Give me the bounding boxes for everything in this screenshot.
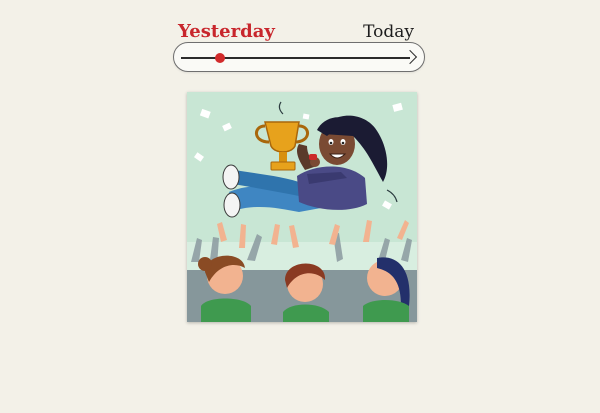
slider-thumb[interactable] [214, 53, 225, 63]
arrow-right-icon [402, 49, 418, 65]
timeline-end-label: Today [363, 22, 414, 42]
celebration-illustration [187, 92, 417, 322]
whistle-icon [309, 154, 317, 160]
timeline-start-label: Yesterday [178, 21, 275, 42]
timeline-slider[interactable] [173, 42, 425, 72]
celebration-illustration-art [187, 92, 417, 322]
